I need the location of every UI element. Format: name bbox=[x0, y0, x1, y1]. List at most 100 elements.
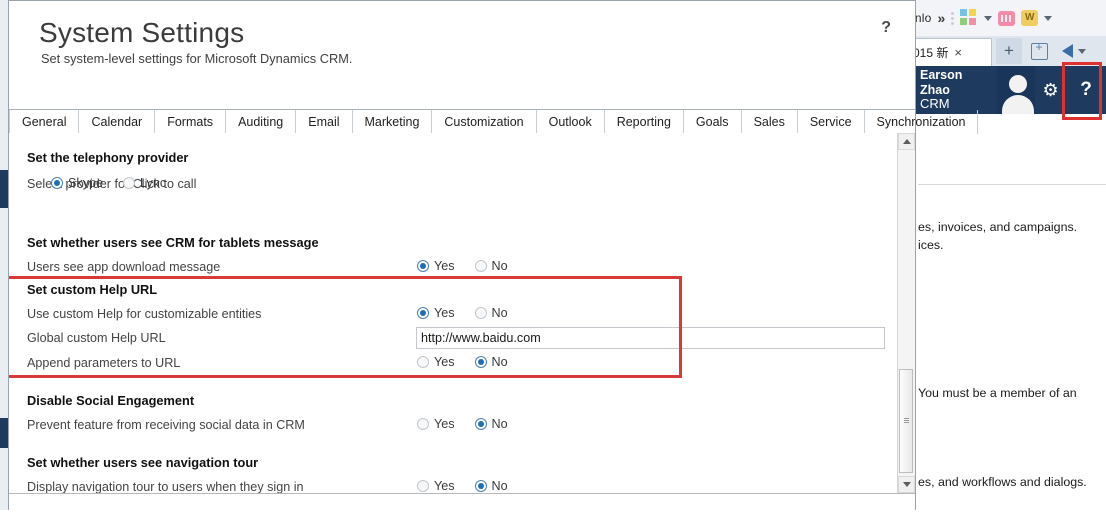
tab-outlook[interactable]: Outlook bbox=[537, 110, 605, 134]
radio-option-yes[interactable]: Yes bbox=[417, 479, 455, 493]
background-left-sliver bbox=[0, 0, 8, 526]
radio-button-yes[interactable] bbox=[417, 356, 429, 368]
chevron-down-icon-2[interactable] bbox=[1044, 15, 1053, 21]
add-page-icon[interactable] bbox=[1028, 40, 1050, 62]
radio-button-no[interactable] bbox=[474, 418, 487, 430]
global-custom-help-url-input[interactable] bbox=[416, 327, 885, 349]
tab-label: Formats bbox=[167, 115, 214, 129]
help-icon-highlight bbox=[1062, 62, 1102, 120]
pink-app-icon[interactable] bbox=[998, 10, 1016, 26]
tab-label: Outlook bbox=[548, 115, 592, 129]
tab-synchronization[interactable]: Synchronization bbox=[865, 110, 979, 134]
radio-option-no[interactable]: No bbox=[474, 355, 508, 369]
scrollbar-thumb[interactable] bbox=[899, 369, 913, 473]
radio-option-no[interactable]: No bbox=[474, 306, 508, 320]
back-arrow-icon[interactable] bbox=[1056, 40, 1078, 62]
screen: wnlo » 015 新 × + bbox=[0, 0, 1106, 526]
new-tab-button[interactable]: + bbox=[996, 38, 1022, 64]
avatar[interactable] bbox=[996, 66, 1036, 114]
tab-marketing[interactable]: Marketing bbox=[353, 110, 433, 134]
setting-label: Users see app download message bbox=[27, 260, 221, 274]
setting-label: Use custom Help for customizable entitie… bbox=[27, 307, 262, 321]
chevron-double-icon[interactable]: » bbox=[937, 10, 945, 26]
tab-calendar[interactable]: Calendar bbox=[79, 110, 156, 134]
divider bbox=[918, 184, 1106, 185]
radio-label: Yes bbox=[434, 355, 455, 369]
section-title: Set custom Help URL bbox=[27, 282, 158, 297]
tab-customization[interactable]: Customization bbox=[432, 110, 537, 134]
crm-user-block[interactable]: Earson Zhao CRM bbox=[910, 68, 989, 112]
tab-label: Goals bbox=[695, 115, 729, 129]
browser-tab[interactable]: 015 新 × bbox=[906, 37, 992, 67]
radio-option-yes[interactable]: Yes bbox=[417, 417, 455, 431]
settings-tabs: General Calendar Formats Auditing Email Marke… bbox=[9, 109, 979, 135]
tab-formats[interactable]: Formats bbox=[155, 110, 227, 134]
radio-option-no[interactable]: No bbox=[474, 417, 508, 431]
tab-label: Customization bbox=[444, 115, 524, 129]
radio-group: Yes No bbox=[417, 417, 522, 431]
radio-option-skype[interactable]: Skype bbox=[51, 176, 103, 190]
scroll-up-button[interactable] bbox=[898, 133, 915, 150]
radio-label: No bbox=[491, 417, 508, 431]
radio-label: No bbox=[491, 355, 508, 369]
radio-option-no[interactable]: No bbox=[474, 259, 508, 273]
tab-general[interactable]: General bbox=[9, 110, 80, 134]
radio-button-skype[interactable] bbox=[51, 177, 63, 189]
radio-option-no[interactable]: No bbox=[474, 479, 508, 493]
crm-user-name: Earson Zhao bbox=[920, 68, 963, 97]
radio-button-no[interactable] bbox=[474, 480, 487, 492]
dialog-footer bbox=[9, 493, 915, 510]
chevron-down-icon[interactable] bbox=[984, 15, 993, 21]
radio-group: Yes No bbox=[417, 479, 522, 493]
radio-button-lync[interactable] bbox=[123, 177, 136, 189]
tab-label: Email bbox=[308, 115, 340, 129]
page-text-fragment-2: ices. bbox=[918, 238, 944, 252]
radio-option-yes[interactable]: Yes bbox=[417, 306, 455, 320]
tab-label: Sales bbox=[753, 115, 785, 129]
grid-color-icon[interactable] bbox=[960, 9, 978, 27]
radio-label: Yes bbox=[434, 417, 455, 431]
tab-service[interactable]: Service bbox=[798, 110, 865, 134]
radio-label: No bbox=[491, 479, 508, 493]
radio-button-yes[interactable] bbox=[417, 307, 429, 319]
page-subtitle: Set system-level settings for Microsoft … bbox=[41, 51, 353, 66]
page-text-fragment-4: es, and workflows and dialogs. bbox=[918, 475, 1087, 489]
setting-label: Append parameters to URL bbox=[27, 356, 181, 370]
vertical-scrollbar[interactable] bbox=[897, 133, 915, 493]
radio-button-yes[interactable] bbox=[417, 260, 429, 272]
dialog-body: Set the telephony provider Select provide… bbox=[9, 133, 915, 493]
radio-label: Lync bbox=[140, 176, 167, 190]
radio-button-yes[interactable] bbox=[417, 480, 429, 492]
radio-group: Yes No bbox=[417, 355, 522, 369]
tab-email[interactable]: Email bbox=[296, 110, 353, 134]
scroll-down-button[interactable] bbox=[898, 476, 915, 493]
system-settings-dialog: System Settings Set system-level setting… bbox=[8, 0, 979, 510]
tab-sales[interactable]: Sales bbox=[742, 110, 798, 134]
tab-label: Synchronization bbox=[876, 115, 966, 129]
radio-button-no[interactable] bbox=[474, 260, 487, 272]
toolbar-grip-icon[interactable] bbox=[951, 11, 955, 25]
bottom-strip bbox=[0, 510, 1106, 526]
dialog-header: System Settings Set system-level setting… bbox=[9, 1, 915, 109]
tab-label: Marketing bbox=[364, 115, 420, 129]
radio-option-yes[interactable]: Yes bbox=[417, 355, 455, 369]
radio-group: Skype Lync bbox=[51, 176, 180, 190]
tab-auditing[interactable]: Auditing bbox=[226, 110, 297, 134]
background-page-content: es, invoices, and campaigns. ices. You m… bbox=[909, 114, 1106, 526]
radio-button-yes[interactable] bbox=[417, 418, 429, 430]
close-icon[interactable]: × bbox=[954, 45, 962, 60]
radio-label: No bbox=[491, 259, 508, 273]
tab-goals[interactable]: Goals bbox=[684, 110, 742, 134]
dialog-help-icon[interactable]: ? bbox=[881, 19, 891, 37]
tab-label: Auditing bbox=[238, 115, 284, 129]
settings-content: Set the telephony provider Select provide… bbox=[9, 133, 898, 493]
radio-option-lync[interactable]: Lync bbox=[123, 176, 166, 190]
tab-label: Service bbox=[809, 115, 852, 129]
radio-label: Yes bbox=[434, 259, 455, 273]
radio-button-no[interactable] bbox=[474, 307, 487, 319]
tab-reporting[interactable]: Reporting bbox=[605, 110, 684, 134]
radio-button-no[interactable] bbox=[474, 356, 487, 368]
gold-w-icon[interactable] bbox=[1021, 10, 1039, 26]
radio-option-yes[interactable]: Yes bbox=[417, 259, 455, 273]
chevron-down-icon-3[interactable] bbox=[1078, 48, 1086, 54]
